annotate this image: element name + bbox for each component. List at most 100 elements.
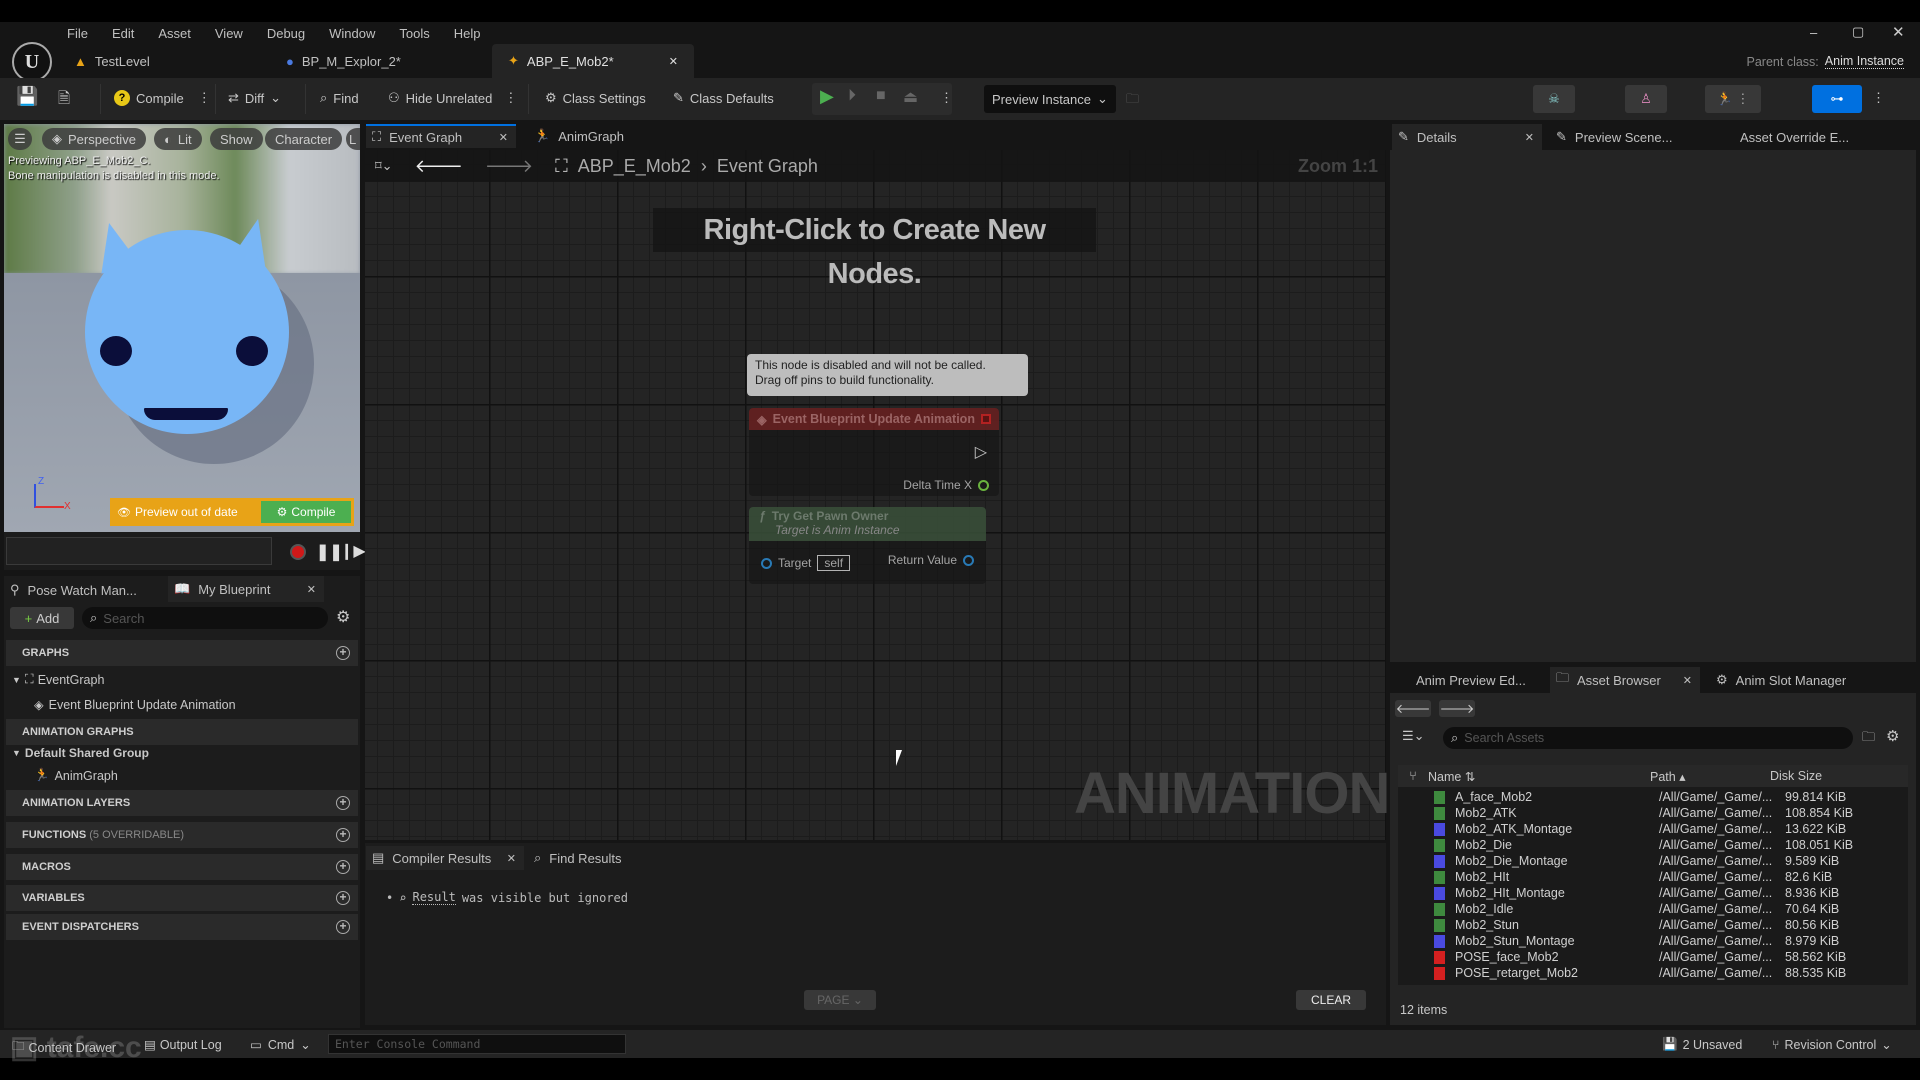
tree-item-eventgraph[interactable]: ▼ ⛶ EventGraph [12,672,104,687]
lit-button[interactable]: ◐ Lit [154,128,202,150]
preview-viewport[interactable]: Z X Previewing ABP_E_Mob2_C. Bone manipu… [4,124,360,532]
parent-class-link[interactable]: Anim Instance [1824,54,1904,69]
tab-details[interactable]: ✎ Details ✕ [1392,124,1542,150]
more-options-icon[interactable]: ⋮ [504,90,517,106]
column-disk-size[interactable]: Disk Size [1770,769,1822,783]
save-button[interactable]: 💾 [16,86,38,107]
my-blueprint-search[interactable]: ⌕ Search [82,607,328,629]
doc-tab-abp-e-mob2[interactable]: ✦ ABP_E_Mob2* ✕ [492,44,694,78]
compile-button[interactable]: ? Compile ⋮ [114,90,211,106]
viewport-menu-button[interactable]: ☰ [8,128,32,150]
record-button[interactable] [290,544,306,560]
browse-button[interactable]: 🗎 [58,88,70,113]
cmd-dropdown[interactable]: ▭ Cmd ⌄ [250,1037,311,1053]
exec-pin-icon[interactable]: ▷ [975,442,987,462]
pause-button[interactable]: ❚❚ [316,542,343,562]
close-tab-icon[interactable]: ✕ [307,583,316,596]
class-defaults-button[interactable]: ✎ Class Defaults [673,90,774,106]
tab-pose-watch-manager[interactable]: ⚲ Pose Watch Man... [10,580,137,600]
section-variables[interactable]: VARIABLES + [6,885,358,911]
preview-instance-dropdown[interactable]: Preview Instance ⌄ [984,85,1116,113]
menu-tools[interactable]: Tools [399,26,429,41]
column-name[interactable]: Name ⇅ [1428,769,1650,784]
play-button[interactable]: ▶ [820,86,834,107]
compile-options-icon[interactable]: ⋮ [198,90,211,106]
settings-gear-icon[interactable]: ⚙ [336,607,350,627]
play-options-icon[interactable]: ⋮ [940,90,953,106]
menu-edit[interactable]: Edit [112,26,134,41]
asset-row[interactable]: Mob2_Die_Montage /All/Game/_Game/... 9.5… [1420,853,1900,869]
asset-row[interactable]: Mob2_Die /All/Game/_Game/... 108.051 KiB [1420,837,1900,853]
column-path[interactable]: Path ▴ [1650,769,1770,784]
blueprint-mode-button[interactable]: ⊶ [1812,85,1862,113]
tab-anim-preview-editor[interactable]: Anim Preview Ed... [1416,670,1526,690]
add-function-icon[interactable]: + [336,828,350,842]
unreal-logo[interactable]: U [12,42,52,82]
breadcrumb-blueprint[interactable]: ABP_E_Mob2 [578,156,691,177]
return-value-pin[interactable]: Return Value [888,553,974,567]
section-graphs[interactable]: GRAPHS + [6,640,358,666]
tab-compiler-results[interactable]: ▤ Compiler Results ✕ [366,846,524,870]
find-button[interactable]: ⌕ Find [320,90,359,106]
asset-row[interactable]: Mob2_Idle /All/Game/_Game/... 70.64 KiB [1420,901,1900,917]
close-tab-icon[interactable]: ✕ [669,55,678,68]
asset-row[interactable]: POSE_retarget_Mob2 /All/Game/_Game/... 8… [1420,965,1900,981]
target-pin[interactable]: Target self [761,555,851,571]
doc-tab-bp-m-explor[interactable]: ● BP_M_Explor_2* [270,44,490,78]
menu-asset[interactable]: Asset [158,26,191,41]
asset-row[interactable]: Mob2_HIt /All/Game/_Game/... 82.6 KiB [1420,869,1900,885]
revision-control-button[interactable]: ⑂ Revision Control ⌄ [1772,1037,1892,1053]
asset-row[interactable]: A_face_Mob2 /All/Game/_Game/... 99.814 K… [1420,789,1900,805]
clear-button[interactable]: CLEAR [1296,990,1366,1010]
section-event-dispatchers[interactable]: EVENT DISPATCHERS + [6,914,358,940]
asset-row[interactable]: Mob2_HIt_Montage /All/Game/_Game/... 8.9… [1420,885,1900,901]
bookmark-icon[interactable]: ⌑⌄ [375,158,393,174]
menu-help[interactable]: Help [454,26,481,41]
breadcrumb-graph[interactable]: Event Graph [717,156,818,177]
doc-tab-testlevel[interactable]: ▲ TestLevel [58,44,278,78]
section-functions[interactable]: FUNCTIONS (5 OVERRIDABLE) + [6,822,358,848]
asset-row[interactable]: Mob2_ATK_Montage /All/Game/_Game/... 13.… [1420,821,1900,837]
tab-asset-browser[interactable]: 🗀 Asset Browser ✕ [1550,667,1700,693]
back-arrow-icon[interactable]: 🡐 [415,156,463,177]
asset-forward-button[interactable]: 🡒 [1439,700,1475,717]
section-animation-layers[interactable]: ANIMATION LAYERS + [6,790,358,816]
console-command-input[interactable]: Enter Console Command [328,1034,626,1054]
asset-row[interactable]: Mob2_ATK /All/Game/_Game/... 108.854 KiB [1420,805,1900,821]
tab-find-results[interactable]: ⌕ Find Results [534,848,622,868]
add-button[interactable]: + Add [10,607,74,629]
folder-icon[interactable]: 🗀 [1862,728,1875,750]
mode-options-icon[interactable]: ⋮ [1872,90,1885,106]
mesh-mode-button[interactable]: ♙ [1625,85,1667,113]
delta-time-pin[interactable]: Delta Time X [903,478,989,492]
tree-item-event-update-animation[interactable]: ◈ Event Blueprint Update Animation [34,697,236,713]
source-control-icon[interactable]: ⑂ [1398,769,1428,783]
tree-item-animgraph[interactable]: 🏃 AnimGraph [34,768,118,783]
close-tab-icon[interactable]: ✕ [1525,131,1534,144]
show-button[interactable]: Show [210,128,263,150]
tab-my-blueprint[interactable]: 📖 My Blueprint ✕ [168,576,324,602]
asset-row[interactable]: POSE_face_Mob2 /All/Game/_Game/... 58.56… [1420,949,1900,965]
close-window-button[interactable]: ✕ [1892,23,1905,41]
eject-button[interactable]: ⏏ [903,87,918,107]
tree-item-default-shared-group[interactable]: ▼ Default Shared Group [12,746,149,760]
add-layer-icon[interactable]: + [336,796,350,810]
character-button[interactable]: Character [265,128,343,150]
add-graph-icon[interactable]: + [336,646,350,660]
section-macros[interactable]: MACROS + [6,854,358,880]
class-settings-button[interactable]: ⚙ Class Settings [545,90,646,106]
perspective-button[interactable]: ◈ Perspective [42,128,146,150]
add-macro-icon[interactable]: + [336,860,350,874]
settings-gear-icon[interactable]: ⚙ [1886,727,1899,745]
diff-button[interactable]: ⇄ Diff ⌄ [228,90,281,106]
menu-window[interactable]: Window [329,26,375,41]
filter-dropdown[interactable]: ☰⌄ [1402,728,1425,744]
tab-event-graph[interactable]: ⛶ Event Graph ✕ [366,124,516,148]
asset-row[interactable]: Mob2_Stun_Montage /All/Game/_Game/... 8.… [1420,933,1900,949]
menu-file[interactable]: File [67,26,88,41]
close-tab-icon[interactable]: ✕ [499,131,508,144]
unsaved-button[interactable]: 💾 2 Unsaved [1662,1037,1742,1052]
step-forward-button[interactable]: ❙▶ [340,541,366,561]
step-button[interactable]: ⏵ [848,87,856,105]
section-animation-graphs[interactable]: ANIMATION GRAPHS [6,719,358,745]
